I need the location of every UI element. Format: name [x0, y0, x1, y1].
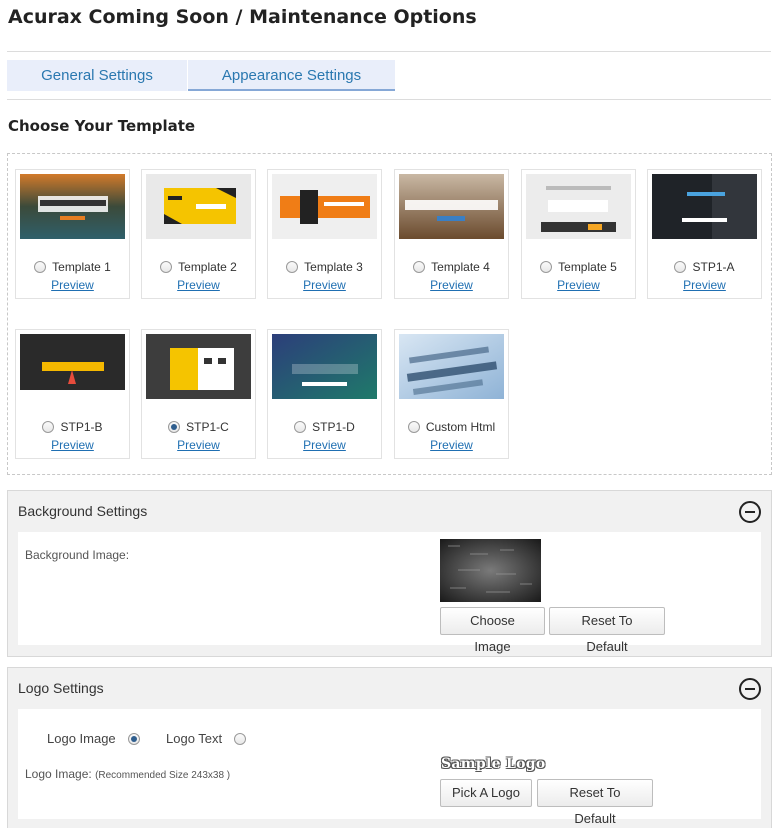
template-card-custom-html: Custom Html Preview [394, 329, 509, 459]
logo-image-option[interactable]: Logo Image [47, 731, 140, 746]
stp1-c-preview-link[interactable]: Preview [142, 438, 255, 452]
logo-image-label: Logo Image: (Recommended Size 243x38 ) [25, 767, 230, 781]
template-4-thumbnail[interactable] [399, 174, 504, 239]
tab-general-settings[interactable]: General Settings [7, 60, 187, 91]
background-image-preview [440, 539, 541, 602]
template-card-stp1-d: STP1-D Preview [267, 329, 382, 459]
template-1-thumbnail[interactable] [20, 174, 125, 239]
template-4-label: Template 4 [431, 260, 490, 274]
background-settings-panel: Background Settings Background Image: Ch… [7, 490, 772, 657]
stp1-a-radio[interactable] [674, 261, 687, 273]
template-5-preview-link[interactable]: Preview [522, 278, 635, 292]
template-1-preview-link[interactable]: Preview [16, 278, 129, 292]
stp1-a-preview-link[interactable]: Preview [648, 278, 761, 292]
custom-html-preview-link[interactable]: Preview [395, 438, 508, 452]
logo-image-option-label: Logo Image [47, 731, 116, 746]
template-2-preview-link[interactable]: Preview [142, 278, 255, 292]
logo-settings-body: Logo Image Logo Text Logo Image: (Recomm… [18, 709, 761, 826]
stp1-b-thumbnail[interactable] [20, 334, 125, 399]
stp1-d-thumbnail[interactable] [272, 334, 377, 399]
template-3-radio[interactable] [286, 261, 299, 273]
settings-tabs: General Settings Appearance Settings [7, 60, 395, 91]
tabs-divider [7, 99, 771, 100]
stp1-d-radio[interactable] [294, 421, 307, 433]
template-card-template-1: Template 1 Preview [15, 169, 130, 299]
template-5-label: Template 5 [558, 260, 617, 274]
custom-html-thumbnail[interactable] [399, 334, 504, 399]
template-5-thumbnail[interactable] [526, 174, 631, 239]
template-card-stp1-c: STP1-C Preview [141, 329, 256, 459]
template-card-template-4: Template 4 Preview [394, 169, 509, 299]
template-card-template-5: Template 5 Preview [521, 169, 636, 299]
template-4-radio[interactable] [413, 261, 426, 273]
page-title: Acurax Coming Soon / Maintenance Options [8, 6, 477, 28]
choose-template-heading: Choose Your Template [8, 117, 196, 135]
logo-text-option[interactable]: Logo Text [166, 731, 247, 746]
logo-reset-default-button[interactable]: Reset To Default [537, 779, 653, 826]
tab-appearance-settings[interactable]: Appearance Settings [188, 60, 395, 91]
template-2-thumbnail[interactable] [146, 174, 251, 239]
template-3-label: Template 3 [304, 260, 363, 274]
stp1-b-preview-link[interactable]: Preview [16, 438, 129, 452]
title-divider [7, 51, 771, 52]
logo-image-label-text: Logo Image: [25, 767, 92, 781]
stp1-c-thumbnail[interactable] [146, 334, 251, 399]
template-3-preview-link[interactable]: Preview [268, 278, 381, 292]
stp1-d-label: STP1-D [312, 420, 355, 434]
stp1-c-label: STP1-C [186, 420, 229, 434]
template-card-template-3: Template 3 Preview [267, 169, 382, 299]
logo-size-hint: (Recommended Size 243x38 ) [95, 770, 231, 781]
sample-logo: Sample Logo [441, 756, 546, 772]
stp1-a-thumbnail[interactable] [652, 174, 757, 239]
custom-html-radio[interactable] [407, 421, 420, 433]
logo-text-radio[interactable] [234, 732, 247, 745]
logo-settings-panel: Logo Settings Logo Image Logo Text Logo … [7, 667, 772, 828]
background-image-label: Background Image: [25, 548, 130, 562]
background-reset-default-button[interactable]: Reset To Default [549, 607, 665, 654]
template-2-radio[interactable] [160, 261, 173, 273]
template-grid: Template 1 Preview Template 2 Preview Te… [7, 153, 772, 475]
stp1-b-radio[interactable] [42, 421, 55, 433]
background-settings-body: Background Image: Choose Image Reset To … [18, 532, 761, 654]
template-2-label: Template 2 [178, 260, 237, 274]
stp1-b-label: STP1-B [60, 420, 103, 434]
custom-html-label: Custom Html [425, 420, 496, 434]
stp1-a-label: STP1-A [692, 260, 735, 274]
collapse-icon[interactable] [739, 501, 761, 523]
logo-text-option-label: Logo Text [166, 731, 223, 746]
stp1-c-radio[interactable] [168, 421, 181, 433]
choose-image-button[interactable]: Choose Image [440, 607, 545, 654]
template-5-radio[interactable] [540, 261, 553, 273]
stp1-d-preview-link[interactable]: Preview [268, 438, 381, 452]
template-card-stp1-b: STP1-B Preview [15, 329, 130, 459]
template-1-label: Template 1 [52, 260, 111, 274]
template-card-stp1-a: STP1-A Preview [647, 169, 762, 299]
background-settings-header: Background Settings [18, 503, 148, 519]
pick-logo-button[interactable]: Pick A Logo [440, 779, 532, 807]
collapse-icon[interactable] [739, 678, 761, 700]
template-3-thumbnail[interactable] [272, 174, 377, 239]
template-1-radio[interactable] [34, 261, 47, 273]
logo-image-radio[interactable] [127, 732, 140, 745]
template-card-template-2: Template 2 Preview [141, 169, 256, 299]
template-4-preview-link[interactable]: Preview [395, 278, 508, 292]
logo-settings-header: Logo Settings [18, 680, 104, 696]
